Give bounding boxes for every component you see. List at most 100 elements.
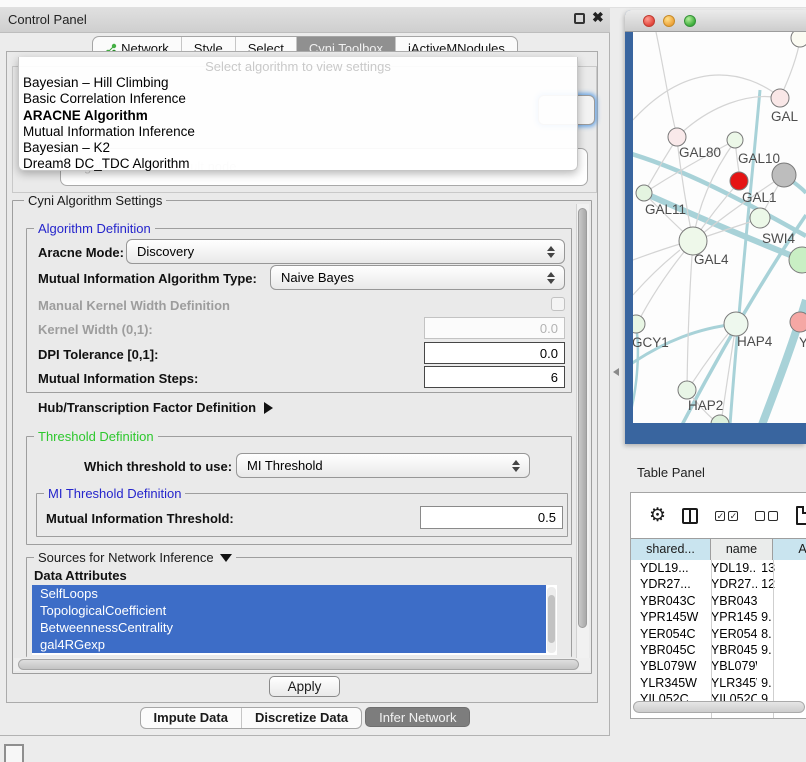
popup-placeholder: Select algorithm to view settings [19, 59, 577, 75]
network-node[interactable] [727, 132, 743, 148]
network-node[interactable] [791, 32, 806, 47]
tab-infer-network[interactable]: Infer Network [365, 707, 470, 727]
network-node[interactable] [678, 381, 696, 399]
split-columns-icon[interactable] [682, 508, 698, 524]
table-row[interactable]: YBR043CYBR043C [631, 593, 806, 609]
network-edge[interactable] [687, 241, 693, 389]
minimized-panel-icon[interactable] [4, 744, 24, 762]
network-edge[interactable] [633, 250, 680, 295]
mi-type-combobox[interactable]: Naive Bayes [270, 265, 565, 290]
dpi-tolerance-field[interactable]: 0.0 [424, 342, 565, 364]
node-label: GAL80 [679, 145, 721, 160]
table-row[interactable]: YLR345WYLR345W9. [631, 675, 806, 691]
network-node[interactable] [730, 172, 748, 190]
table-row[interactable]: YBR045CYBR045C9. [631, 642, 806, 658]
network-node[interactable] [636, 185, 652, 201]
tab-discretize-data[interactable]: Discretize Data [241, 708, 361, 728]
settings-scrollbar-thumb[interactable] [578, 208, 587, 628]
network-edge[interactable] [656, 32, 677, 136]
close-red-icon[interactable] [643, 15, 655, 27]
unchecked-pair-icon[interactable] [755, 511, 778, 521]
network-node[interactable] [679, 227, 707, 255]
attribute-item-selected[interactable]: SelfLoops [32, 585, 546, 602]
network-graph[interactable]: GALGAL80GAL10GAL11GAL1SWI4GAL4GCY1HAP4YH… [633, 32, 806, 423]
attribute-item-selected[interactable]: gal4RGexp [32, 636, 546, 653]
hub-definition-toggle[interactable]: Hub/Transcription Factor Definition [38, 400, 273, 415]
settings-group-label: Cyni Algorithm Settings [24, 193, 166, 208]
network-canvas[interactable]: GALGAL80GAL10GAL11GAL1SWI4GAL4GCY1HAP4YH… [633, 32, 806, 423]
mi-type-value: Naive Bayes [281, 270, 354, 285]
apply-button[interactable]: Apply [269, 676, 340, 697]
mi-steps-field[interactable]: 6 [424, 366, 565, 388]
mi-threshold-field[interactable]: 0.5 [420, 506, 563, 529]
zoom-green-icon[interactable] [684, 15, 696, 27]
algorithm-option[interactable]: Basic Correlation Inference [19, 91, 577, 107]
settings-hscrollbar-thumb[interactable] [18, 659, 579, 670]
mi-threshold-group-label: MI Threshold Definition [44, 486, 185, 501]
combo-arrows-icon [512, 460, 520, 472]
attribute-item-selected[interactable]: BetweennessCentrality [32, 619, 546, 636]
close-icon[interactable]: ✖ [592, 9, 604, 26]
checked-pair-icon[interactable]: ✓ ✓ [715, 511, 738, 521]
node-table-panel: ⚙ ✓ ✓ shared...nameA YDL19...YDL19...13Y… [630, 492, 806, 719]
algorithm-option[interactable]: Dream8 DC_TDC Algorithm [19, 156, 577, 172]
table-panel-title: Table Panel [637, 465, 705, 480]
manual-kernel-checkbox[interactable] [551, 297, 565, 311]
table-cell: 9. [757, 642, 806, 658]
bottom-tabs-group: Impute DataDiscretize Data [140, 707, 363, 729]
column-divider[interactable] [773, 560, 774, 719]
dpi-tolerance-value: 0.0 [540, 346, 558, 361]
column-header-name[interactable]: name [711, 539, 773, 560]
column-header-a[interactable]: A [773, 539, 806, 560]
table-row[interactable]: YDL19...YDL19...13 [631, 560, 806, 576]
kernel-width-field[interactable]: 0.0 [424, 317, 565, 339]
network-node[interactable] [711, 415, 729, 423]
network-edge[interactable] [677, 97, 780, 137]
network-node[interactable] [789, 247, 806, 273]
which-threshold-label: Which threshold to use: [84, 459, 232, 474]
network-node[interactable] [772, 163, 796, 187]
table-cell: YLR345W [631, 675, 702, 691]
algorithm-option[interactable]: Bayesian – Hill Climbing [19, 75, 577, 91]
control-panel-titlebar [0, 7, 610, 33]
sources-title: Sources for Network Inference [38, 550, 214, 565]
network-node[interactable] [771, 89, 789, 107]
node-label: SWI4 [762, 231, 795, 246]
import-table-icon[interactable] [796, 506, 806, 525]
attribute-item-selected[interactable]: TopologicalCoefficient [32, 602, 546, 619]
table-row[interactable]: YBL079WYBL079W [631, 658, 806, 674]
network-edge[interactable] [644, 138, 677, 193]
network-node[interactable] [668, 128, 686, 146]
node-label: GAL11 [645, 202, 686, 217]
network-node[interactable] [750, 208, 770, 228]
list-scrollbar-track[interactable] [547, 587, 556, 653]
divider-collapse-icon[interactable] [613, 368, 619, 376]
algorithm-option[interactable]: Mutual Information Inference [19, 124, 577, 140]
aracne-mode-combobox[interactable]: Discovery [126, 239, 565, 264]
table-cell [757, 658, 806, 674]
algorithm-option[interactable]: Bayesian – K2 [19, 140, 577, 156]
data-attributes-list[interactable]: SelfLoopsTopologicalCoefficientBetweenne… [32, 585, 557, 655]
algorithm-option[interactable]: ARACNE Algorithm [19, 108, 577, 124]
column-header-shared[interactable]: shared... [631, 539, 711, 560]
table-cell: YER054C [631, 626, 702, 642]
gear-icon[interactable]: ⚙ [649, 504, 666, 527]
table-panel-titlebar: Table Panel [625, 458, 806, 486]
table-header-row: shared...nameA [631, 538, 806, 559]
float-panel-icon[interactable] [574, 13, 585, 24]
list-scrollbar-thumb[interactable] [548, 595, 555, 643]
node-label: GAL4 [694, 252, 729, 267]
network-edge[interactable] [633, 244, 680, 260]
table-hscrollbar-thumb[interactable] [633, 701, 805, 713]
sources-group-label[interactable]: Sources for Network Inference [34, 550, 236, 565]
tab-impute-data[interactable]: Impute Data [141, 708, 241, 728]
table-row[interactable]: YER054CYER054C8. [631, 626, 806, 642]
column-divider[interactable] [711, 560, 712, 719]
table-row[interactable]: YDR27...YDR27...12 [631, 576, 806, 592]
which-threshold-combobox[interactable]: MI Threshold [236, 453, 530, 478]
network-node[interactable] [633, 315, 645, 333]
table-row[interactable]: YPR145WYPR145W9. [631, 609, 806, 625]
network-node[interactable] [724, 312, 748, 336]
network-node[interactable] [790, 312, 806, 332]
minimize-yellow-icon[interactable] [663, 15, 675, 27]
